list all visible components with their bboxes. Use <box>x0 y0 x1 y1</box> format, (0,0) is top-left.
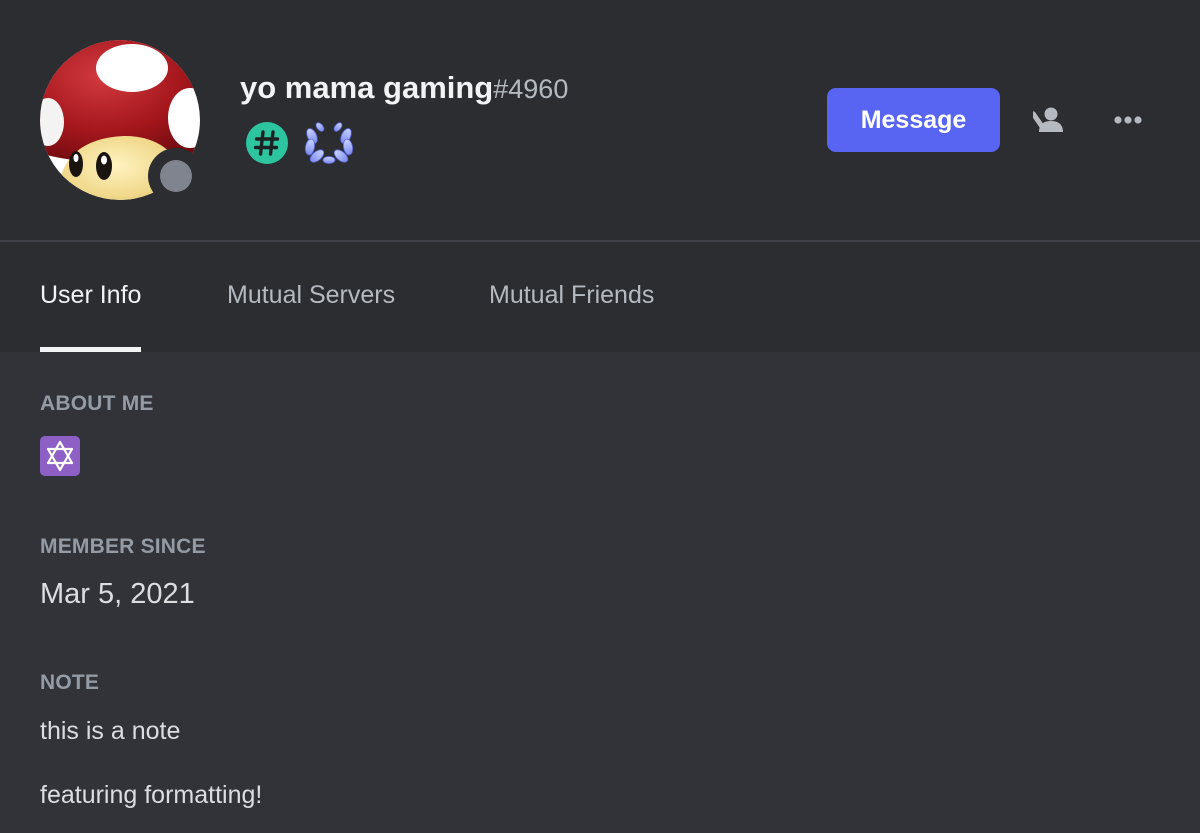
hypesquad-hash-badge-icon[interactable] <box>244 120 290 166</box>
discriminator: #4960 <box>493 74 569 104</box>
member-since-heading: MEMBER SINCE <box>40 535 206 558</box>
more-options-icon <box>1114 116 1142 124</box>
tab-user-info[interactable]: User Info <box>40 242 142 352</box>
tab-label: User Info <box>40 281 142 309</box>
tab-mutual-friends[interactable]: Mutual Friends <box>489 242 654 352</box>
laurel-wreath-badge-icon[interactable] <box>302 120 356 166</box>
add-friend-button[interactable] <box>1027 98 1071 142</box>
member-since-date: Mar 5, 2021 <box>40 578 195 610</box>
tab-label: Mutual Servers <box>227 281 396 309</box>
profile-tabs: User Info Mutual Servers Mutual Friends <box>0 242 1200 352</box>
offline-status-icon <box>160 160 192 192</box>
tab-mutual-servers[interactable]: Mutual Servers <box>227 242 395 352</box>
tab-label: Mutual Friends <box>489 281 655 309</box>
note-heading: NOTE <box>40 671 100 694</box>
active-tab-indicator <box>40 347 142 352</box>
username-row: yo mama gaming#4960 <box>240 70 568 106</box>
about-me-heading: ABOUT ME <box>40 392 154 415</box>
add-friend-icon <box>1033 107 1063 132</box>
more-options-button[interactable] <box>1106 98 1150 142</box>
user-profile-modal: yo mama gaming#4960 Message User Info Mu… <box>0 0 1200 833</box>
message-button[interactable]: Message <box>827 88 1000 152</box>
note-line[interactable]: featuring formatting! <box>40 781 262 810</box>
username: yo mama gaming <box>240 70 494 105</box>
note-line[interactable]: this is a note <box>40 717 180 746</box>
star-of-david-icon <box>40 436 80 476</box>
